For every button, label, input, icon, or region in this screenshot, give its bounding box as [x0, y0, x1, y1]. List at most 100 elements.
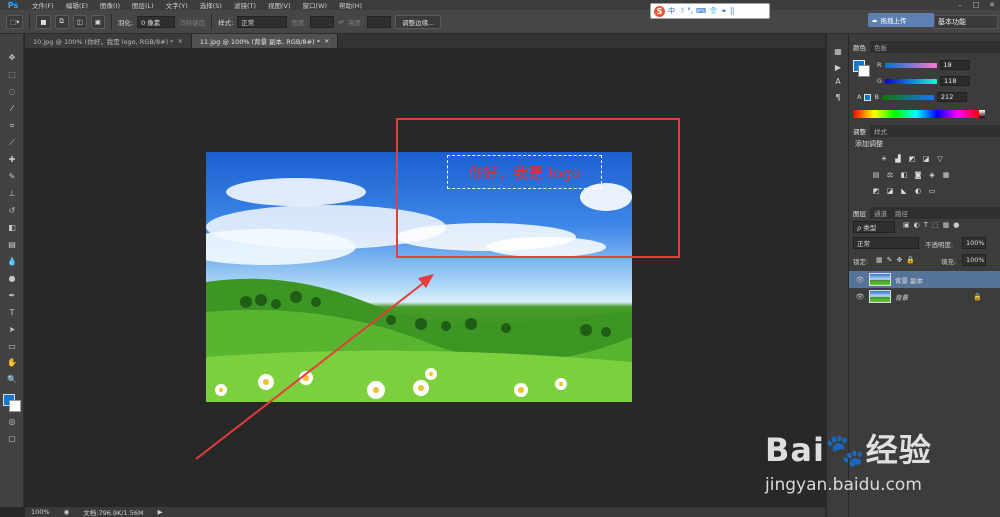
hand-tool-icon[interactable]: ✋: [5, 357, 19, 369]
width-input[interactable]: [310, 15, 335, 28]
blur-tool-icon[interactable]: 💧: [5, 256, 19, 268]
menu-image[interactable]: 图像(I): [94, 0, 126, 10]
refine-edge-button[interactable]: 调整边缘...: [395, 14, 442, 29]
tab-styles[interactable]: 样式: [870, 125, 891, 137]
marquee-tool-icon[interactable]: ⬚: [5, 69, 19, 81]
history-icon[interactable]: ▦: [832, 46, 844, 58]
move-tool-icon[interactable]: ✥: [5, 52, 19, 64]
menu-edit[interactable]: 编辑(E): [60, 0, 94, 10]
intersect-selection-icon[interactable]: ▣: [90, 14, 105, 29]
drag-upload-button[interactable]: ☁ 拖拽上传: [868, 13, 934, 27]
ime-skin-icon[interactable]: 👕: [709, 7, 718, 15]
eye-icon[interactable]: 👁: [855, 293, 865, 301]
menu-help[interactable]: 帮助(H): [333, 0, 368, 10]
tab-adjustments[interactable]: 调整: [849, 125, 870, 137]
tab-swatches[interactable]: 色板: [870, 41, 891, 53]
tab-paths[interactable]: 路径: [891, 207, 912, 219]
selective-color-icon[interactable]: ◐: [913, 186, 923, 196]
eye-icon[interactable]: 👁: [855, 276, 865, 284]
gradient-map-icon[interactable]: ▭: [927, 186, 937, 196]
minimize-button[interactable]: –: [952, 0, 968, 10]
new-selection-icon[interactable]: ■: [36, 14, 51, 29]
r-slider[interactable]: [884, 62, 937, 68]
ime-chinese-mode[interactable]: 中: [668, 6, 675, 16]
g-slider[interactable]: [885, 78, 938, 84]
bw-icon[interactable]: ◧: [899, 170, 909, 180]
crop-tool-icon[interactable]: ⌗: [5, 120, 19, 132]
height-input[interactable]: [367, 15, 392, 28]
eraser-icon[interactable]: ◧: [5, 222, 19, 234]
web-color-icon[interactable]: [864, 93, 872, 101]
healing-brush-icon[interactable]: ✚: [5, 154, 19, 166]
sogou-logo-icon[interactable]: S: [654, 5, 665, 17]
blend-mode-select[interactable]: 正常: [853, 237, 919, 249]
zoom-tool-icon[interactable]: 🔍: [5, 374, 19, 386]
warning-icon[interactable]: A: [857, 93, 861, 101]
feather-input[interactable]: 0 像素: [137, 15, 176, 28]
subtract-selection-icon[interactable]: ◫: [72, 14, 87, 29]
background-color-swatch[interactable]: [9, 400, 21, 412]
ime-keyboard-icon[interactable]: ⌨: [696, 7, 706, 15]
ime-moon-icon[interactable]: ☽: [678, 7, 684, 15]
fill-input[interactable]: 100%: [962, 254, 986, 266]
maximize-button[interactable]: □: [968, 0, 984, 10]
brightness-icon[interactable]: ☀: [879, 154, 889, 164]
dodge-tool-icon[interactable]: ●: [5, 273, 19, 285]
r-value[interactable]: 18: [939, 60, 970, 70]
clone-stamp-icon[interactable]: ⊥: [5, 188, 19, 200]
close-icon[interactable]: ×: [324, 37, 329, 45]
workspace-select[interactable]: 基本功能: [934, 15, 998, 29]
threshold-icon[interactable]: ◣: [899, 186, 909, 196]
layer-filter-icons[interactable]: ▣◐T⬚▦●: [903, 221, 963, 229]
history-brush-icon[interactable]: ↺: [5, 205, 19, 217]
photo-filter-icon[interactable]: ◙: [913, 170, 923, 180]
quick-select-icon[interactable]: ⁄: [5, 103, 19, 115]
vibrance-icon[interactable]: ▽: [935, 154, 945, 164]
quick-mask-icon[interactable]: ◎: [5, 416, 19, 428]
actions-icon[interactable]: ▶: [832, 62, 844, 74]
shape-tool-icon[interactable]: ▭: [5, 341, 19, 353]
character-icon[interactable]: A: [832, 76, 844, 88]
tab-layers[interactable]: 图层: [849, 207, 870, 219]
lock-icons[interactable]: ▦✎✥🔒: [876, 256, 919, 264]
tool-preset-button[interactable]: ⬚▾: [6, 14, 24, 29]
layer-row-background-copy[interactable]: 👁 背景 副本: [849, 271, 1000, 288]
ime-punct-icon[interactable]: °,: [687, 7, 693, 15]
tab-color[interactable]: 颜色: [849, 41, 870, 53]
tab-channels[interactable]: 通道: [870, 207, 891, 219]
layer-kind-filter[interactable]: ρ 类型: [853, 221, 895, 233]
paragraph-icon[interactable]: ¶: [832, 92, 844, 104]
invert-icon[interactable]: ◩: [871, 186, 881, 196]
pen-tool-icon[interactable]: ✒: [5, 290, 19, 302]
screen-mode-icon[interactable]: ▢: [5, 433, 19, 445]
bw-ramp[interactable]: [979, 110, 985, 118]
eyedropper-icon[interactable]: ⟋: [5, 137, 19, 149]
tab-doc-11[interactable]: 11.jpg @ 100% (背景 副本, RGB/8#) * ×: [191, 34, 339, 48]
share-icon[interactable]: ◉: [64, 508, 70, 516]
menu-window[interactable]: 窗口(W): [297, 0, 334, 10]
close-window-button[interactable]: ✕: [984, 0, 1000, 10]
antialias-checkbox[interactable]: 消除锯齿: [179, 17, 205, 27]
add-selection-icon[interactable]: ⧉: [54, 14, 69, 29]
levels-icon[interactable]: ▟: [893, 154, 903, 164]
color-background-swatch[interactable]: [858, 65, 870, 77]
menu-view[interactable]: 视图(V): [262, 0, 297, 10]
exposure-icon[interactable]: ◪: [921, 154, 931, 164]
color-ramp[interactable]: [853, 110, 979, 118]
b-value[interactable]: 212: [936, 92, 967, 102]
posterize-icon[interactable]: ◪: [885, 186, 895, 196]
color-lookup-icon[interactable]: ▦: [941, 170, 951, 180]
hue-sat-icon[interactable]: ▤: [871, 170, 881, 180]
ime-grid-icon[interactable]: ⣿: [730, 7, 735, 15]
opacity-input[interactable]: 100%: [962, 237, 986, 249]
type-tool-icon[interactable]: T: [5, 307, 19, 319]
lasso-tool-icon[interactable]: ◌: [5, 86, 19, 98]
menu-type[interactable]: 文字(Y): [160, 0, 194, 10]
curves-icon[interactable]: ◩: [907, 154, 917, 164]
ime-tools-icon[interactable]: ❧: [721, 7, 727, 15]
chevron-right-icon[interactable]: ▶: [158, 508, 163, 516]
menu-file[interactable]: 文件(F): [26, 0, 60, 10]
menu-select[interactable]: 选择(S): [194, 0, 228, 10]
channel-mixer-icon[interactable]: ◈: [927, 170, 937, 180]
swap-icon[interactable]: ⇄: [338, 18, 343, 26]
